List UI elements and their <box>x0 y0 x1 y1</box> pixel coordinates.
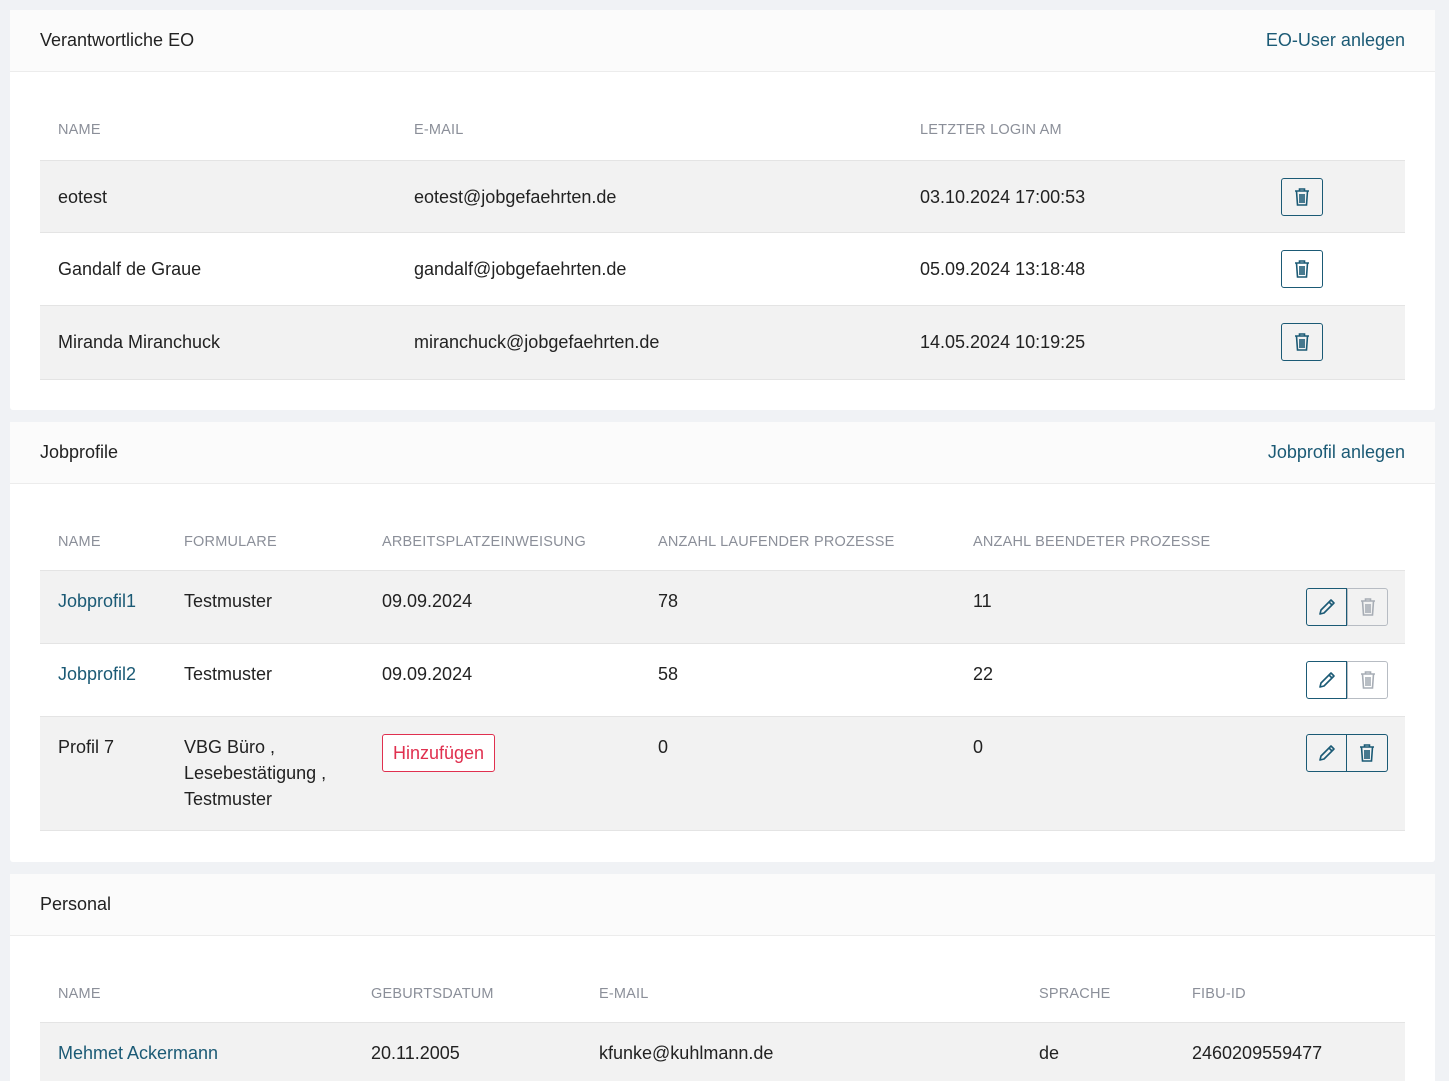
jobprofile-arbeitsplatz-date: 09.09.2024 <box>382 664 473 684</box>
jobprofile-formulare-list: VBG Büro , Lesebestätigung , Testmuster <box>184 734 326 812</box>
eo-card-title: Verantwortliche EO <box>40 30 195 50</box>
col-header-name: NAME <box>58 534 101 550</box>
edit-button[interactable] <box>1306 661 1347 699</box>
eo-card-header: Verantwortliche EO EO-User anlegen <box>10 10 1435 72</box>
eo-email: gandalf@jobgefaehrten.de <box>414 259 627 279</box>
jobprofile-formular: Testmuster <box>184 664 273 684</box>
personal-name-link[interactable]: Mehmet Ackermann <box>58 1040 218 1066</box>
eo-name: eotest <box>58 187 108 207</box>
col-header-fibu-id: FIBU-ID <box>1192 986 1246 1002</box>
personal-birthdate: 20.11.2005 <box>371 1043 460 1063</box>
personal-card-header: Personal <box>10 874 1435 936</box>
jobprofile-card-header: Jobprofile Jobprofil anlegen <box>10 422 1435 484</box>
col-header-name: NAME <box>58 986 101 1002</box>
personal-card-title: Personal <box>40 894 112 914</box>
edit-button[interactable] <box>1306 734 1347 772</box>
row-action-group <box>1306 661 1388 699</box>
row-action-group <box>1306 588 1388 626</box>
delete-button-disabled <box>1347 588 1388 626</box>
col-header-email: E-MAIL <box>414 122 464 138</box>
delete-button[interactable] <box>1347 734 1388 772</box>
trash-icon <box>1295 260 1309 278</box>
jobprofile-finished-count: 22 <box>973 664 994 684</box>
trash-icon <box>1360 598 1375 616</box>
eo-user-create-link[interactable]: EO-User anlegen <box>1266 30 1405 51</box>
delete-button[interactable] <box>1281 323 1323 361</box>
table-row: Gandalf de Graue gandalf@jobgefaehrten.d… <box>40 233 1405 306</box>
jobprofile-formular: Testmuster <box>184 789 273 809</box>
trash-icon <box>1360 671 1375 689</box>
jobprofile-formular: VBG Büro , <box>184 737 276 757</box>
row-action-group <box>1306 734 1388 772</box>
jobprofile-finished-count: 11 <box>973 591 992 611</box>
trash-icon <box>1295 333 1309 351</box>
delete-button[interactable] <box>1281 178 1323 216</box>
jobprofile-finished-count: 0 <box>973 737 984 757</box>
jobprofile-create-link[interactable]: Jobprofil anlegen <box>1268 442 1405 463</box>
pencil-icon <box>1318 672 1335 688</box>
table-row: Profil 7 VBG Büro , Lesebestätigung , Te… <box>40 717 1405 831</box>
jobprofile-table: NAME FORMULARE ARBEITSPLATZEINWEISUNG AN… <box>40 484 1405 831</box>
table-row: eotest eotest@jobgefaehrten.de 03.10.202… <box>40 160 1405 233</box>
eo-table: NAME E-MAIL LETZTER LOGIN AM eotest eote… <box>40 72 1405 380</box>
trash-icon <box>1295 188 1309 206</box>
trash-icon <box>1360 744 1374 762</box>
jobprofile-running-count: 78 <box>658 591 679 611</box>
eo-email: miranchuck@jobgefaehrten.de <box>414 332 660 352</box>
table-row: Jobprofil1 Testmuster 09.09.2024 78 11 <box>40 570 1405 644</box>
jobprofile-name-link[interactable]: Jobprofil1 <box>58 588 136 614</box>
eo-name: Gandalf de Graue <box>58 259 202 279</box>
jobprofile-name: Profil 7 <box>58 737 115 757</box>
pencil-icon <box>1318 599 1335 615</box>
personal-table-header: NAME GEBURTSDATUM E-MAIL SPRACHE FIBU-ID <box>40 936 1405 1022</box>
jobprofile-table-header: NAME FORMULARE ARBEITSPLATZEINWEISUNG AN… <box>40 484 1405 570</box>
table-row: Miranda Miranchuck miranchuck@jobgefaehr… <box>40 306 1405 380</box>
jobprofile-formular: Lesebestätigung , <box>184 763 327 783</box>
delete-button[interactable] <box>1281 250 1323 288</box>
col-header-sprache: SPRACHE <box>1039 986 1111 1002</box>
col-header-arbeitsplatzeinweisung: ARBEITSPLATZEINWEISUNG <box>382 534 586 550</box>
col-header-beendete-prozesse: ANZAHL BEENDETER PROZESSE <box>973 534 1211 550</box>
pencil-icon <box>1318 745 1335 761</box>
col-header-email: E-MAIL <box>599 986 649 1002</box>
eo-last-login: 03.10.2024 17:00:53 <box>920 187 1086 207</box>
eo-email: eotest@jobgefaehrten.de <box>414 187 617 207</box>
delete-button-disabled <box>1347 661 1388 699</box>
eo-last-login: 14.05.2024 10:19:25 <box>920 332 1086 352</box>
jobprofile-card-title: Jobprofile <box>40 442 119 462</box>
col-header-geburtsdatum: GEBURTSDATUM <box>371 986 494 1002</box>
jobprofile-running-count: 58 <box>658 664 679 684</box>
eo-table-header: NAME E-MAIL LETZTER LOGIN AM <box>40 72 1405 160</box>
jobprofile-name-link[interactable]: Jobprofil2 <box>58 661 136 687</box>
add-arbeitsplatzeinweisung-button[interactable]: Hinzufügen <box>382 734 496 772</box>
table-row: Mehmet Ackermann 20.11.2005 kfunke@kuhlm… <box>40 1022 1405 1081</box>
personal-language: de <box>1039 1043 1060 1063</box>
col-header-laufende-prozesse: ANZAHL LAUFENDER PROZESSE <box>658 534 895 550</box>
eo-name: Miranda Miranchuck <box>58 332 221 352</box>
col-header-formulare: FORMULARE <box>184 534 277 550</box>
jobprofile-card: Jobprofile Jobprofil anlegen NAME FORMUL… <box>10 422 1435 862</box>
personal-email: kfunke@kuhlmann.de <box>599 1043 774 1063</box>
jobprofile-formular: Testmuster <box>184 591 273 611</box>
col-header-name: NAME <box>58 122 101 138</box>
jobprofile-arbeitsplatz-date: 09.09.2024 <box>382 591 473 611</box>
eo-last-login: 05.09.2024 13:18:48 <box>920 259 1086 279</box>
col-header-last-login: LETZTER LOGIN AM <box>920 122 1062 138</box>
eo-card: Verantwortliche EO EO-User anlegen NAME … <box>10 10 1435 410</box>
personal-card: Personal NAME GEBURTSDATUM E-MAIL SPRACH… <box>10 874 1435 1081</box>
edit-button[interactable] <box>1306 588 1347 626</box>
personal-fibu-id: 2460209559477 <box>1192 1043 1323 1063</box>
table-row: Jobprofil2 Testmuster 09.09.2024 58 22 <box>40 644 1405 717</box>
personal-table: NAME GEBURTSDATUM E-MAIL SPRACHE FIBU-ID… <box>40 936 1405 1081</box>
jobprofile-running-count: 0 <box>658 737 669 757</box>
